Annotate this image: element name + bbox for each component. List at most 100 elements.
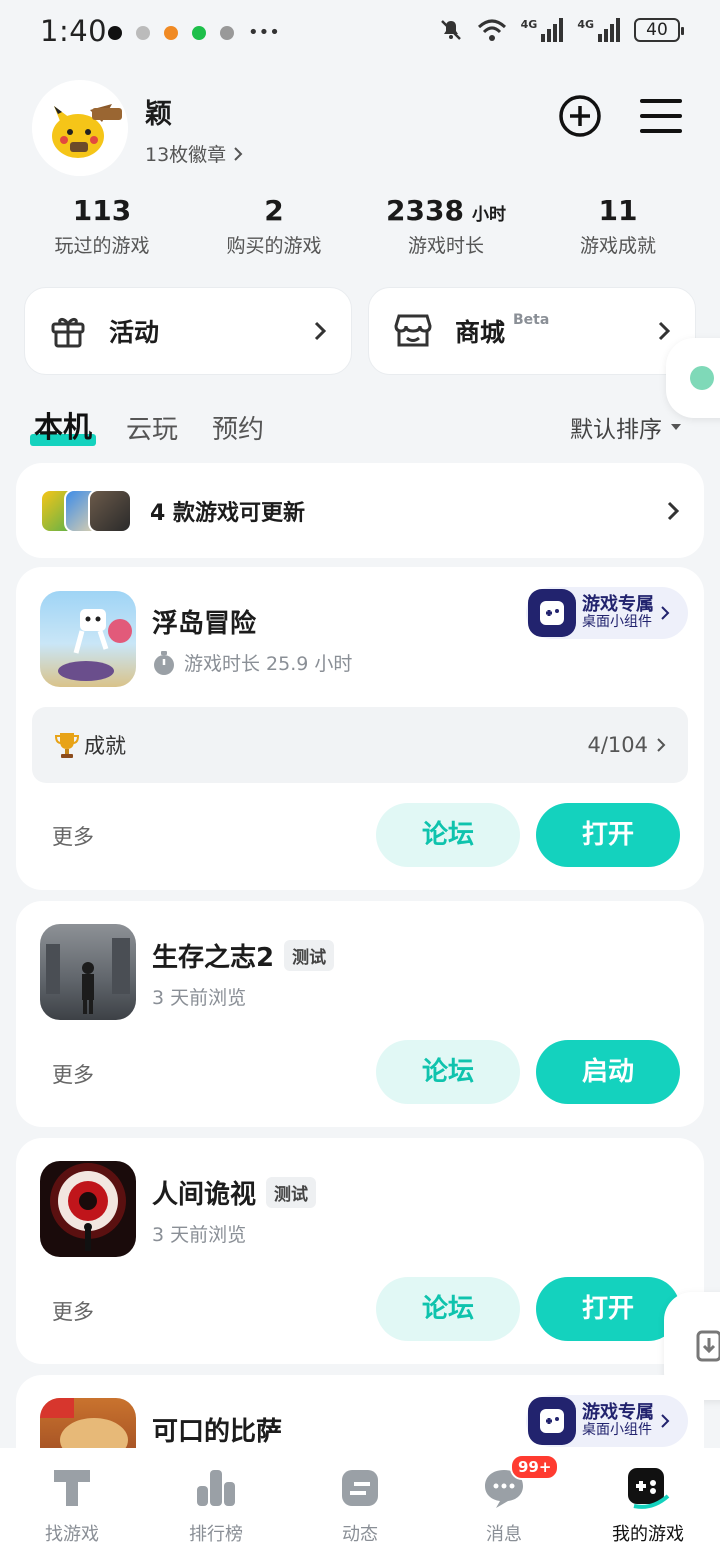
tab-cloud[interactable]: 云玩 bbox=[126, 409, 178, 446]
stat-played[interactable]: 113 玩过的游戏 bbox=[16, 194, 188, 258]
stat-playtime[interactable]: 2338 小时 游戏时长 bbox=[360, 194, 532, 258]
badges-link[interactable]: 13枚徽章 bbox=[145, 140, 244, 167]
forum-button[interactable]: 论坛 bbox=[376, 1277, 520, 1341]
battery-icon: 40 bbox=[634, 18, 684, 42]
nav-label: 排行榜 bbox=[189, 1524, 243, 1545]
nav-my-games[interactable]: 我的游戏 bbox=[576, 1448, 720, 1560]
feed-icon bbox=[342, 1470, 378, 1506]
gamepad-widget-icon bbox=[528, 589, 576, 637]
trophy-icon bbox=[54, 733, 80, 758]
badges-count: 13枚徽章 bbox=[145, 144, 227, 166]
game-card: 人间诡视 测试 3 天前浏览 更多 论坛 打开 bbox=[16, 1138, 704, 1364]
stats-row: 113 玩过的游戏 2 购买的游戏 2338 小时 游戏时长 11 游戏成就 bbox=[16, 194, 704, 258]
game-title[interactable]: 人间诡视 bbox=[152, 1174, 256, 1211]
more-button[interactable]: 更多 bbox=[52, 821, 94, 851]
nav-label: 动态 bbox=[342, 1524, 378, 1545]
beta-tag: Beta bbox=[513, 312, 550, 328]
chevron-right-icon bbox=[667, 501, 680, 520]
activity-label: 活动 bbox=[109, 318, 160, 347]
nav-feed[interactable]: 动态 bbox=[288, 1448, 432, 1560]
tab-reserve[interactable]: 预约 bbox=[212, 409, 264, 446]
wifi-icon bbox=[477, 19, 506, 41]
game-playtime: 游戏时长 25.9 小时 bbox=[152, 649, 352, 676]
update-card[interactable]: 4 款游戏可更新 bbox=[16, 463, 704, 558]
widget-title: 游戏专属 bbox=[582, 1402, 654, 1424]
pikachu-avatar-icon bbox=[32, 80, 128, 176]
open-button[interactable]: 打开 bbox=[536, 803, 680, 867]
update-game-icons bbox=[40, 488, 132, 533]
stat-value: 11 bbox=[598, 194, 638, 227]
game-art-icon bbox=[46, 938, 130, 1014]
floating-ball[interactable] bbox=[666, 338, 720, 418]
achievement-row[interactable]: 成就 4/104 bbox=[32, 707, 688, 783]
chevron-right-icon bbox=[314, 321, 327, 341]
username: 颖 bbox=[145, 99, 172, 130]
float-ball-icon bbox=[690, 366, 714, 390]
app-notif-icon bbox=[220, 25, 234, 40]
nav-label: 找游戏 bbox=[45, 1524, 99, 1545]
chevron-right-icon bbox=[661, 606, 670, 620]
avatar[interactable] bbox=[32, 80, 128, 176]
ranking-icon bbox=[197, 1470, 235, 1506]
widget-text: 游戏专属 桌面小组件 bbox=[582, 595, 654, 630]
mute-icon bbox=[440, 20, 461, 40]
game-icon-horror[interactable] bbox=[40, 1161, 136, 1257]
more-button[interactable]: 更多 bbox=[52, 1296, 94, 1326]
stat-achievements[interactable]: 11 游戏成就 bbox=[532, 194, 704, 258]
forum-button[interactable]: 论坛 bbox=[376, 1040, 520, 1104]
caret-down-icon bbox=[671, 424, 681, 430]
open-button[interactable]: 打开 bbox=[536, 1277, 680, 1341]
my-games-icon bbox=[628, 1468, 670, 1509]
widget-text: 游戏专属 桌面小组件 bbox=[582, 1402, 654, 1438]
find-game-icon bbox=[54, 1470, 90, 1506]
notification-icons: ••• bbox=[108, 22, 280, 43]
status-icons: 4G 4G 40 bbox=[439, 18, 684, 42]
game-icon-survival[interactable] bbox=[40, 924, 136, 1020]
game-title[interactable]: 生存之志2 bbox=[152, 937, 274, 974]
tab-bar: 本机 云玩 预约 bbox=[29, 404, 264, 446]
gift-icon bbox=[51, 317, 85, 348]
nav-label: 消息 bbox=[486, 1524, 522, 1545]
signal-icon: 4G bbox=[521, 18, 564, 42]
game-icon-fudao[interactable] bbox=[40, 591, 136, 687]
signal-icon: 4G bbox=[577, 18, 620, 42]
stat-purchased[interactable]: 2 购买的游戏 bbox=[188, 194, 360, 258]
launch-button[interactable]: 启动 bbox=[536, 1040, 680, 1104]
game-thumb-icon bbox=[88, 488, 132, 533]
nav-find-game[interactable]: 找游戏 bbox=[0, 1448, 144, 1560]
more-button[interactable]: 更多 bbox=[52, 1059, 94, 1089]
stat-label: 购买的游戏 bbox=[226, 235, 322, 257]
chevron-right-icon bbox=[658, 321, 671, 341]
achievement-value: 4/104 bbox=[587, 733, 666, 757]
gamepad-icon bbox=[540, 1409, 564, 1433]
desktop-widget-tag[interactable]: 游戏专属 桌面小组件 bbox=[526, 587, 688, 639]
add-circle-icon[interactable] bbox=[557, 93, 603, 139]
app-notif-icon bbox=[136, 25, 150, 40]
gamepad-icon bbox=[540, 601, 564, 625]
activity-card[interactable]: 活动 bbox=[24, 287, 352, 375]
stat-value: 113 bbox=[72, 194, 132, 227]
forum-button[interactable]: 论坛 bbox=[376, 803, 520, 867]
game-title[interactable]: 可口的比萨 bbox=[152, 1411, 282, 1448]
desktop-widget-tag[interactable]: 游戏专属 桌面小组件 bbox=[526, 1395, 688, 1447]
stat-unit: 小时 bbox=[471, 205, 506, 225]
unread-badge: 99+ bbox=[510, 1454, 560, 1480]
nav-messages[interactable]: 99+ 消息 bbox=[432, 1448, 576, 1560]
app-notif-icon bbox=[164, 25, 178, 40]
status-bar: 1:40 ••• 4G 4G 40 bbox=[0, 0, 720, 68]
mall-card[interactable]: 商城 Beta bbox=[368, 287, 696, 375]
stat-value: 2 bbox=[264, 194, 284, 227]
test-tag: 测试 bbox=[284, 940, 335, 971]
sort-dropdown[interactable]: 默认排序 bbox=[570, 410, 682, 444]
achievement-count: 4/104 bbox=[587, 733, 648, 757]
bottom-nav: 找游戏 排行榜 动态 99+ 消息 我的游戏 bbox=[0, 1448, 720, 1560]
test-tag: 测试 bbox=[266, 1177, 317, 1208]
nav-ranking[interactable]: 排行榜 bbox=[144, 1448, 288, 1560]
menu-icon[interactable] bbox=[638, 93, 684, 139]
last-viewed: 3 天前浏览 bbox=[152, 1224, 247, 1246]
game-art-icon bbox=[58, 609, 132, 681]
message-icon-wrap: 99+ bbox=[482, 1454, 560, 1510]
game-title[interactable]: 浮岛冒险 bbox=[152, 603, 256, 640]
tab-local[interactable]: 本机 bbox=[29, 404, 97, 446]
status-time: 1:40 bbox=[40, 14, 108, 48]
